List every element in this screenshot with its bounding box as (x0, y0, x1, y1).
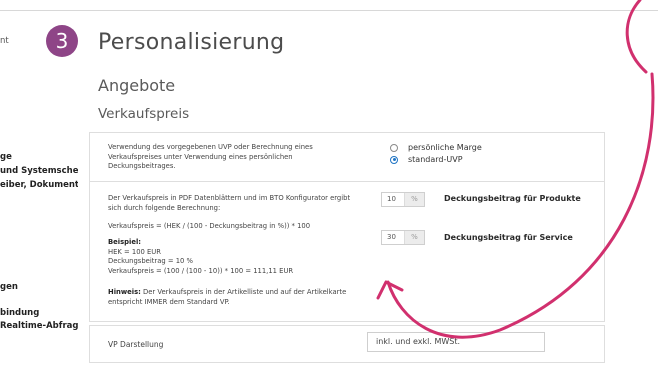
vp-darstellung-panel: VP Darstellung inkl. und exkl. MWSt. (89, 325, 605, 363)
radio-persoenliche-marge[interactable]: persönliche Marge (390, 143, 482, 152)
radio-label: standard-UVP (408, 155, 463, 164)
nav-item-fragment[interactable]: und Systemschein (0, 166, 78, 176)
step-number-badge: 3 (46, 25, 78, 57)
calculation-hint: Hinweis: Der Verkaufspreis in der Artike… (108, 288, 347, 306)
page-subtitle: Angebote (98, 76, 176, 95)
deckungsbeitrag-service-label: Deckungsbeitrag für Service (444, 233, 573, 242)
radio-button-checked[interactable] (390, 155, 398, 164)
nav-item-fragment[interactable]: nt (0, 36, 9, 46)
percent-unit: % (404, 231, 424, 244)
deckungsbeitrag-produkte-input[interactable]: 10 % (381, 192, 425, 207)
top-divider (0, 10, 658, 11)
section-title: Verkaufspreis (98, 106, 190, 122)
nav-item-fragment[interactable]: ge (0, 152, 12, 162)
calculation-example: Beispiel: HEK = 100 EUR Deckungsbeitrag … (108, 238, 294, 275)
input-value[interactable]: 30 (382, 231, 404, 244)
calculation-intro: Der Verkaufspreis in PDF Datenblättern u… (108, 194, 351, 212)
deckungsbeitrag-service-input[interactable]: 30 % (381, 230, 425, 245)
percent-unit: % (404, 193, 424, 206)
input-value[interactable]: 10 (382, 193, 404, 206)
radio-button[interactable] (390, 143, 398, 152)
nav-item-fragment[interactable]: bindung (0, 308, 39, 318)
page-title: Personalisierung (98, 30, 285, 55)
radio-standard-uvp[interactable]: standard-UVP (390, 155, 463, 164)
calculation-formula: Verkaufspreis = (HEK / (100 - Deckungsbe… (108, 222, 311, 230)
nav-item-fragment[interactable]: gen (0, 282, 18, 292)
uvp-description: Verwendung des vorgegebenen UVP oder Ber… (108, 143, 313, 170)
uvp-panel: Verwendung des vorgegebenen UVP oder Ber… (89, 132, 605, 182)
nav-item-fragment[interactable]: Realtime-Abfrage) (0, 321, 78, 331)
nav-item-fragment[interactable]: eiber, Dokumente (0, 180, 78, 190)
vp-darstellung-label: VP Darstellung (108, 340, 164, 349)
calculation-panel: Der Verkaufspreis in PDF Datenblättern u… (89, 182, 605, 322)
deckungsbeitrag-produkte-label: Deckungsbeitrag für Produkte (444, 194, 581, 203)
radio-label: persönliche Marge (408, 143, 482, 152)
vp-darstellung-select[interactable]: inkl. und exkl. MWSt. (367, 332, 545, 352)
